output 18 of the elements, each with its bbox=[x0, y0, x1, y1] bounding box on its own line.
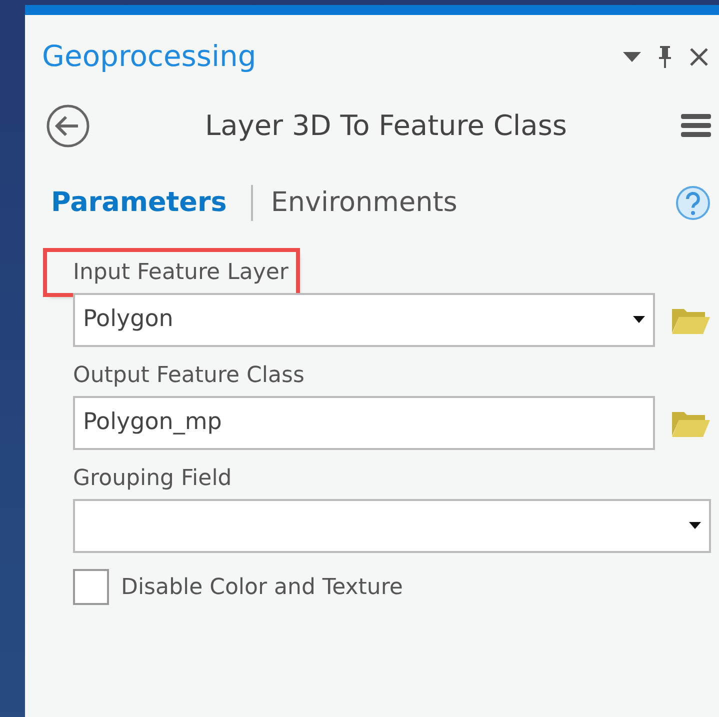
caret-icon bbox=[689, 522, 701, 529]
pin-icon[interactable] bbox=[657, 45, 673, 69]
tab[interactable]: Environments bbox=[270, 183, 458, 224]
tab[interactable]: Parameters bbox=[51, 183, 227, 224]
tool-title: Layer 3D To Feature Class bbox=[204, 108, 568, 144]
help-icon[interactable] bbox=[675, 185, 711, 222]
dropdown-field[interactable] bbox=[73, 498, 711, 552]
checkbox[interactable] bbox=[73, 569, 109, 605]
dropdown-icon[interactable] bbox=[623, 52, 641, 62]
close-icon[interactable] bbox=[689, 47, 709, 67]
parameter-label: Output Feature Class bbox=[73, 362, 306, 390]
input-field[interactable]: Polygon_mp bbox=[73, 396, 655, 450]
caret-icon bbox=[633, 316, 645, 323]
dropdown-field[interactable]: Polygon bbox=[73, 292, 655, 346]
back-icon[interactable] bbox=[45, 103, 91, 149]
parameter-label: Grouping Field bbox=[73, 464, 233, 492]
checkbox-label: Disable Color and Texture bbox=[121, 574, 404, 602]
pane-title: Geoprocessing bbox=[42, 38, 258, 76]
